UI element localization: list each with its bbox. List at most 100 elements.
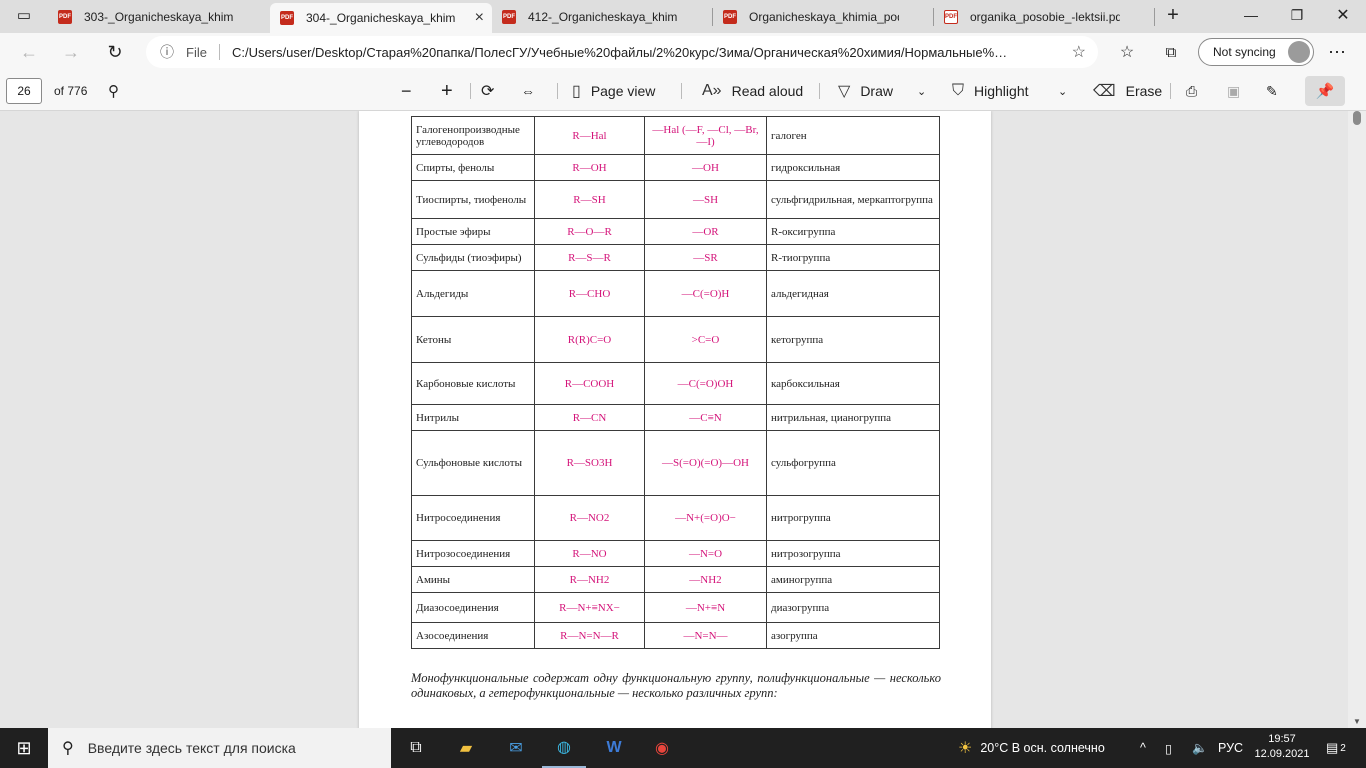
collections-icon[interactable]: ⧉ xyxy=(1156,37,1186,67)
functional-group-text: —OH xyxy=(692,161,719,174)
vertical-scrollbar[interactable]: ▼ xyxy=(1348,111,1366,728)
find-icon[interactable]: ⚲ xyxy=(108,71,119,111)
group-name-text: диазогруппа xyxy=(771,601,830,614)
file-scheme-label: File xyxy=(186,44,207,60)
tray-chevron-icon[interactable]: ^ xyxy=(1140,728,1146,768)
group-name-cell: нитрильная, цианогруппа xyxy=(766,404,940,431)
word-icon[interactable]: W xyxy=(592,728,636,768)
edge-icon[interactable]: ◍ xyxy=(542,728,586,768)
group-name-cell: гидроксильная xyxy=(766,154,940,181)
functional-group-cell: —N+(=O)O− xyxy=(644,495,767,541)
network-icon[interactable]: ▯ xyxy=(1165,728,1172,768)
close-tab-icon[interactable]: × xyxy=(475,9,484,27)
general-formula-cell: R—NO xyxy=(534,540,645,567)
file-explorer-icon[interactable]: ▰ xyxy=(444,728,488,768)
draw-options-chevron-icon[interactable]: ⌄ xyxy=(917,71,926,111)
draw-button[interactable]: ▽ Draw xyxy=(838,71,893,111)
functional-group-text: —SH xyxy=(692,193,719,206)
tab-title: organika_posobie_-lektsii.pdf xyxy=(970,9,1120,24)
address-bar: ← → ↻ ⓘ File C:/Users/user/Desktop/Стара… xyxy=(0,33,1366,71)
read-aloud-button[interactable]: A» Read aloud xyxy=(702,71,803,111)
close-window-button[interactable]: ✕ xyxy=(1320,0,1366,30)
zoom-out-button[interactable]: − xyxy=(401,71,412,111)
more-menu-icon[interactable]: ⋯ xyxy=(1322,37,1352,67)
page-view-button[interactable]: ▯ Page view xyxy=(572,71,655,111)
site-info-icon[interactable]: ⓘ xyxy=(158,42,176,62)
forward-button[interactable]: → xyxy=(56,37,86,67)
save-as-icon[interactable]: ✎ xyxy=(1266,71,1278,111)
language-indicator[interactable]: РУС xyxy=(1218,728,1243,768)
tab-412[interactable]: PDF 412-_Organicheskaya_khimia_… xyxy=(492,0,712,33)
new-tab-button[interactable]: + xyxy=(1150,0,1196,30)
group-name-text: нитрогруппа xyxy=(771,512,831,524)
notifications-icon[interactable]: ▤ 2 xyxy=(1326,728,1346,768)
table-row: Диазосоединения R—N+≡NX− —N+≡N диазогруппа xyxy=(411,592,940,623)
favorites-icon[interactable]: ☆ xyxy=(1112,37,1142,67)
tab-title: 412-_Organicheskaya_khimia_… xyxy=(528,9,678,24)
highlight-button[interactable]: ⛉ Highlight xyxy=(952,71,1029,111)
class-name-text: Нитросоединения xyxy=(416,512,501,524)
general-formula-text: R—OH xyxy=(572,161,607,174)
restore-button[interactable]: ❐ xyxy=(1274,0,1320,30)
scroll-down-arrow[interactable]: ▼ xyxy=(1353,717,1361,726)
weather-widget[interactable]: ☀ 20°C В осн. солнечно xyxy=(958,728,1105,768)
functional-group-cell: —N=N— xyxy=(644,622,767,649)
profile-sync-button[interactable]: Not syncing xyxy=(1198,38,1314,66)
windows-start-icon[interactable]: ⊞ xyxy=(2,728,46,768)
pin-toolbar-icon[interactable]: 📌 xyxy=(1305,76,1345,106)
class-name-cell: Альдегиды xyxy=(411,270,535,317)
save-icon[interactable]: ▣ xyxy=(1227,71,1240,111)
functional-group-cell: —Hal (—F, —Cl, —Br, —I) xyxy=(644,116,767,155)
highlight-options-chevron-icon[interactable]: ⌄ xyxy=(1058,71,1067,111)
group-name-text: сульфогруппа xyxy=(771,457,836,469)
tab-title: Organicheskaya_khimia_pod_… xyxy=(749,9,899,24)
print-icon[interactable]: ⎙ xyxy=(1186,71,1197,111)
back-button[interactable]: ← xyxy=(14,37,44,67)
tab-actions-icon[interactable]: ▭ xyxy=(2,0,46,34)
zoom-in-button[interactable]: + xyxy=(441,71,453,111)
fit-page-icon[interactable]: ⇔ xyxy=(521,71,535,111)
group-name-text: R-оксигруппа xyxy=(771,225,836,238)
tab-organika[interactable]: PDF organika_posobie_-lektsii.pdf xyxy=(934,0,1154,33)
pdf-icon: PDF xyxy=(944,9,958,24)
class-name-cell: Диазосоединения xyxy=(411,592,535,623)
class-name-cell: Амины xyxy=(411,566,535,593)
class-name-cell: Карбоновые кислоты xyxy=(411,362,535,405)
general-formula-cell: R—CN xyxy=(534,404,645,431)
tab-title: 304-_Organicheskaya_khimia_… xyxy=(306,11,456,25)
mail-icon[interactable]: ✉ xyxy=(494,728,538,768)
chrome-icon[interactable]: ◉ xyxy=(640,728,684,768)
group-name-text: карбоксильная xyxy=(771,377,840,390)
page-number-input[interactable]: 26 xyxy=(6,78,42,104)
weather-icon: ☀ xyxy=(958,740,973,757)
refresh-button[interactable]: ↻ xyxy=(100,37,130,67)
class-name-cell: Азосоединения xyxy=(411,622,535,649)
functional-group-text: —S(=O)(=O)—OH xyxy=(662,457,749,469)
add-favorite-icon[interactable]: ☆ xyxy=(1072,42,1086,62)
class-name-text: Карбоновые кислоты xyxy=(416,377,516,390)
general-formula-cell: R—O—R xyxy=(534,218,645,245)
clock[interactable]: 19:57 12.09.2021 xyxy=(1252,732,1312,762)
volume-icon[interactable]: 🔈 xyxy=(1192,728,1208,768)
minimize-button[interactable]: — xyxy=(1228,0,1274,30)
url-field[interactable]: ⓘ File C:/Users/user/Desktop/Старая%20па… xyxy=(146,36,1098,68)
scrollbar-thumb[interactable] xyxy=(1353,111,1361,125)
tab-303[interactable]: PDF 303-_Organicheskaya_khimia_… xyxy=(48,0,268,33)
tab-organicheskaya[interactable]: PDF Organicheskaya_khimia_pod_… xyxy=(713,0,933,33)
class-name-cell: Спирты, фенолы xyxy=(411,154,535,181)
functional-group-text: —C(=O)H xyxy=(681,287,730,300)
url-text[interactable]: C:/Users/user/Desktop/Старая%20папка/Пол… xyxy=(232,45,1048,60)
task-view-icon[interactable]: ⧉ xyxy=(394,728,438,768)
taskbar-search[interactable]: ⚲ Введите здесь текст для поиска xyxy=(48,728,391,768)
tab-304[interactable]: PDF 304-_Organicheskaya_khimia_… × xyxy=(270,3,492,33)
erase-button[interactable]: ⌫ Erase xyxy=(1093,71,1162,111)
url-divider xyxy=(218,44,220,60)
rotate-icon[interactable]: ⟳ xyxy=(481,71,494,111)
table-row: Нитросоединения R—NO2 —N+(=O)O− нитрогруппа xyxy=(411,495,940,541)
table-row: Альдегиды R—CHO —C(=O)H альдегидная xyxy=(411,270,940,317)
general-formula-cell: R—S—R xyxy=(534,244,645,271)
general-formula-text: R(R)C=O xyxy=(567,333,612,346)
general-formula-cell: R—CHO xyxy=(534,270,645,317)
functional-group-text: —SR xyxy=(693,251,718,264)
group-name-cell: диазогруппа xyxy=(766,592,940,623)
